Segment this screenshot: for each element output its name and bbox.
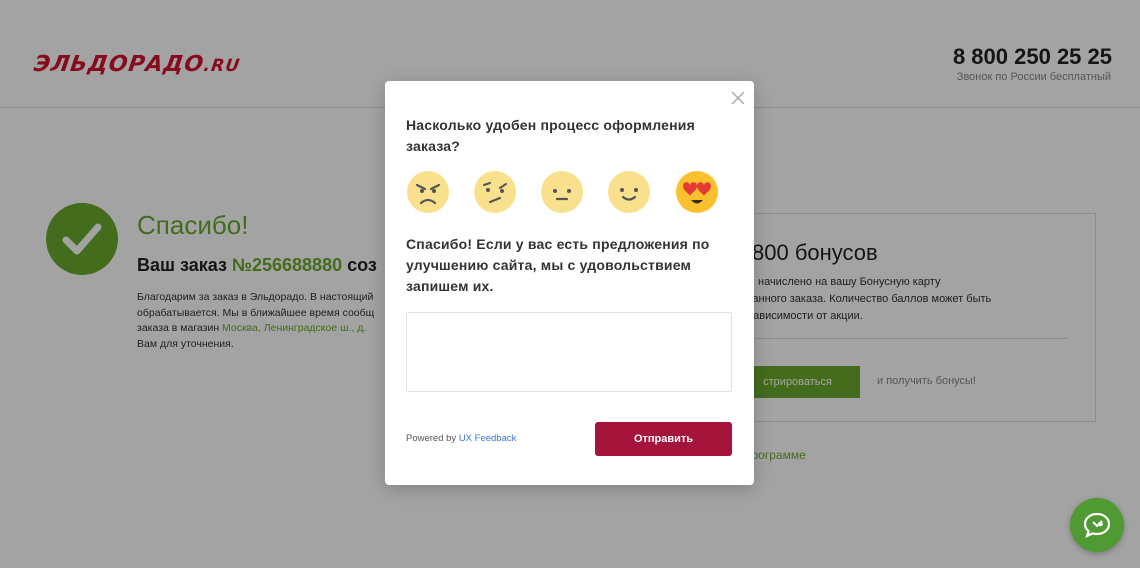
angry-face-icon[interactable] [406,170,450,214]
heart-eyes-face-icon[interactable] [675,170,719,214]
powered-by: Powered by UX Feedback [406,433,517,444]
close-button[interactable] [729,89,747,107]
suggestion-prompt: Спасибо! Если у вас есть предложения по … [406,236,710,294]
rating-question: Насколько удобен процесс оформления зака… [406,117,695,154]
chat-bubble-icon [1083,512,1111,539]
ux-feedback-link[interactable]: UX Feedback [459,433,517,444]
chat-button[interactable] [1070,498,1124,552]
skeptical-face-icon[interactable] [473,170,517,214]
send-button[interactable]: Отправить [595,422,732,456]
feedback-textarea[interactable] [406,312,732,392]
emoji-rating-row [406,170,726,216]
neutral-face-icon[interactable] [540,170,584,214]
feedback-modal: Насколько удобен процесс оформления зака… [385,81,754,485]
slight-smile-face-icon[interactable] [607,170,651,214]
close-icon [731,91,745,105]
